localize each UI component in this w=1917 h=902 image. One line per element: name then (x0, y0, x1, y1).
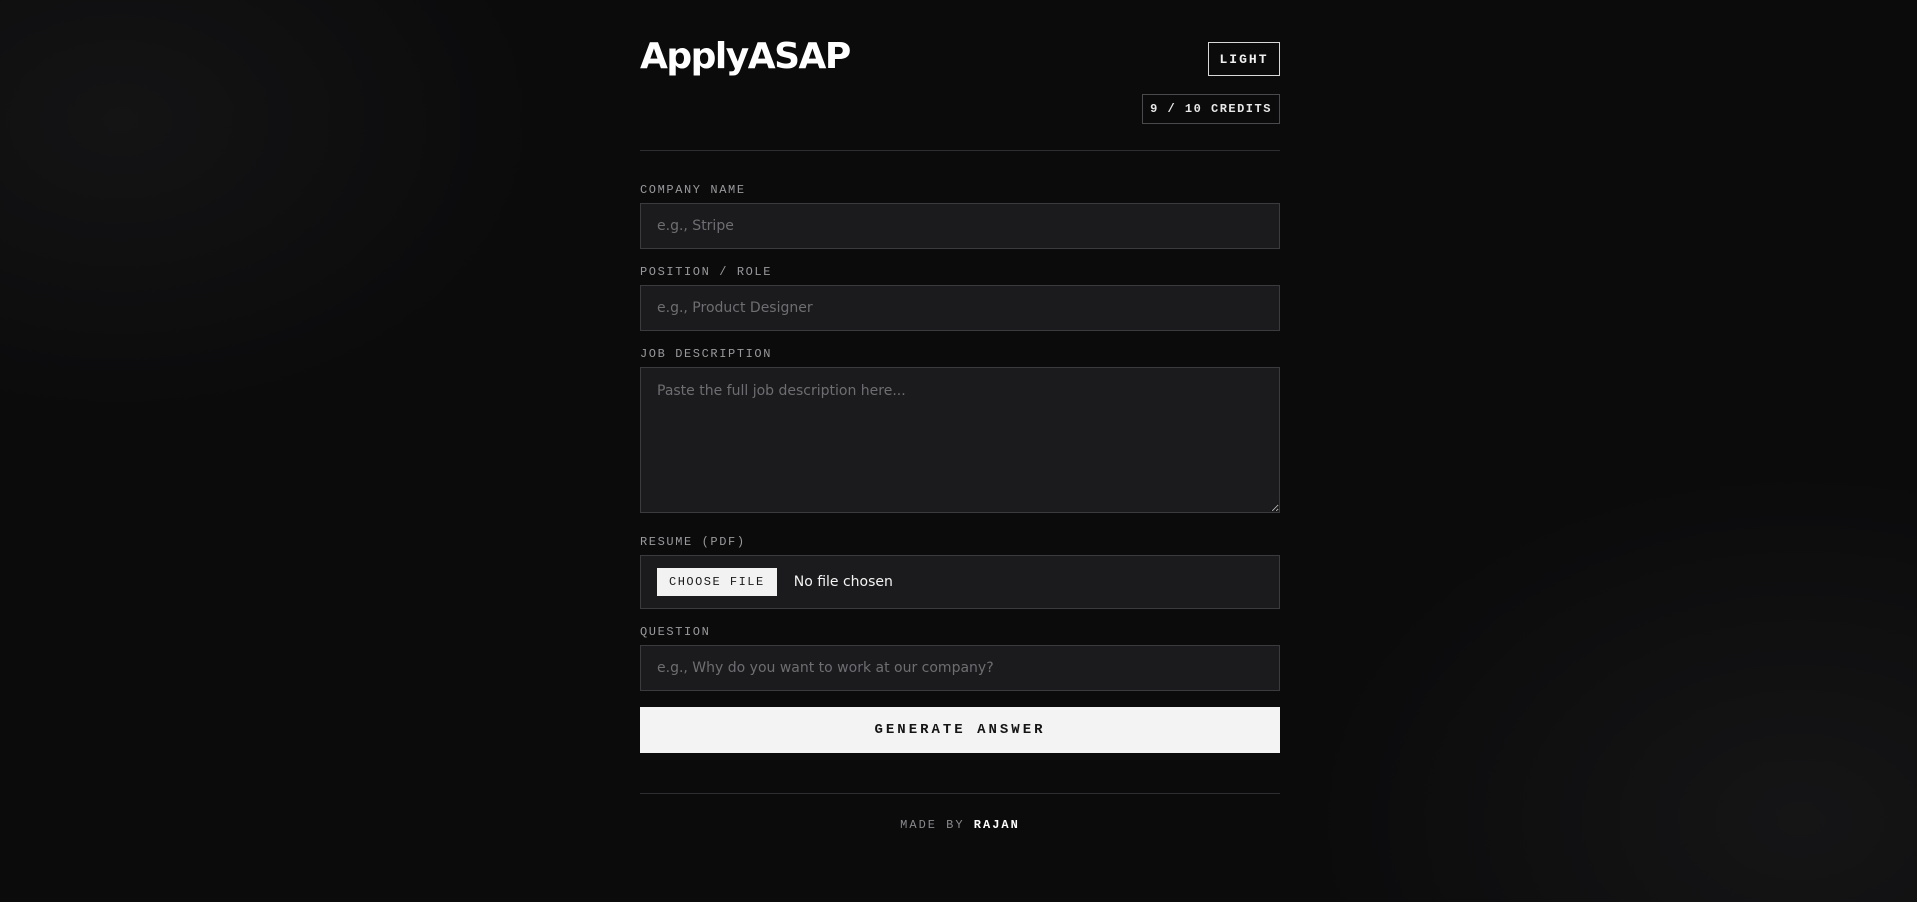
question-label: QUESTION (640, 625, 711, 639)
answer-form: COMPANY NAME POSITION / ROLE JOB DESCRIP… (640, 183, 1280, 753)
file-status-text: No file chosen (793, 574, 893, 590)
choose-file-button[interactable]: CHOOSE FILE (657, 568, 777, 596)
footer-author-link[interactable]: RAJAN (974, 818, 1020, 832)
company-field-group: COMPANY NAME (640, 183, 1280, 249)
resume-field-group: RESUME (PDF) CHOOSE FILE No file chosen (640, 535, 1280, 609)
app-header: ApplyASAP LIGHT 9 / 10 CREDITS (640, 0, 1280, 151)
submit-row: GENERATE ANSWER (640, 707, 1280, 753)
footer-prefix: MADE BY (900, 818, 965, 832)
resume-label: RESUME (PDF) (640, 535, 746, 549)
job-description-field-group: JOB DESCRIPTION (640, 347, 1280, 517)
generate-answer-button[interactable]: GENERATE ANSWER (640, 707, 1280, 753)
brand-logo: ApplyASAP (640, 36, 851, 77)
theme-toggle-button[interactable]: LIGHT (1208, 42, 1280, 76)
position-label: POSITION / ROLE (640, 265, 773, 279)
job-description-textarea[interactable] (640, 367, 1280, 513)
question-input[interactable] (640, 645, 1280, 691)
footer: MADE BY RAJAN (640, 818, 1280, 832)
company-name-input[interactable] (640, 203, 1280, 249)
app-container: ApplyASAP LIGHT 9 / 10 CREDITS COMPANY N… (640, 0, 1280, 832)
company-label: COMPANY NAME (640, 183, 746, 197)
question-field-group: QUESTION (640, 625, 1280, 691)
footer-divider (640, 793, 1280, 794)
resume-file-input[interactable]: CHOOSE FILE No file chosen (640, 555, 1280, 609)
credits-badge: 9 / 10 CREDITS (1142, 94, 1280, 124)
job-description-label: JOB DESCRIPTION (640, 347, 773, 361)
position-role-input[interactable] (640, 285, 1280, 331)
position-field-group: POSITION / ROLE (640, 265, 1280, 331)
